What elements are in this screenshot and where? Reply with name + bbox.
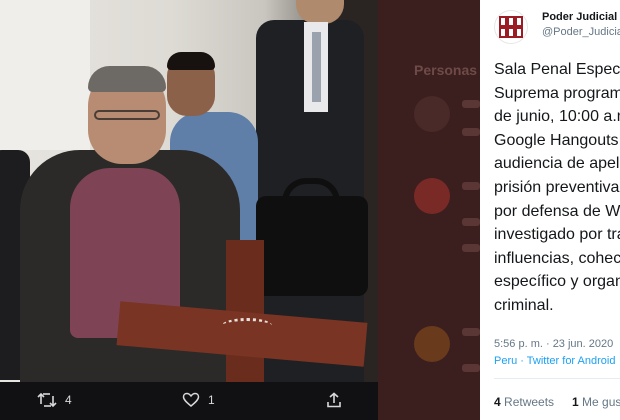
- backdrop-account-icon: [414, 178, 450, 214]
- tweet-text-line: específico y organización: [494, 273, 620, 291]
- tweet-text-line: investigado por tráfico de: [494, 226, 620, 244]
- tweet-text-line: Sala Penal Especial de la: [494, 61, 620, 78]
- retweets-label: Retweets: [504, 395, 555, 409]
- photo-man-hair: [88, 66, 166, 92]
- tweet-body: Sala Penal Especial de la Suprema progra…: [494, 58, 620, 318]
- tweet-text-line: de junio, 10:00 a.m., vía: [494, 108, 620, 126]
- tweet-timestamp[interactable]: 5:56 p. m. · 23 jun. 2020: [494, 338, 613, 350]
- likes-count: 1: [572, 395, 579, 409]
- backdrop-text-line: [462, 244, 480, 252]
- backdrop-text-line: [462, 128, 480, 136]
- backdrop-text-line: [462, 100, 480, 108]
- tweet-text-line: criminal.: [494, 296, 554, 314]
- photo-retweet-count: 4: [65, 393, 72, 407]
- retweets-stat[interactable]: 4 Retweets: [494, 395, 554, 409]
- stats-divider: [494, 378, 620, 379]
- photo-share-button[interactable]: [326, 392, 342, 408]
- backdrop-text-line: [462, 182, 480, 190]
- photo-like-count: 1: [208, 393, 215, 407]
- retweet-icon: [37, 392, 57, 408]
- tweet-text-line: audiencia de apelación de la: [494, 155, 620, 173]
- backdrop-account-icon: [414, 96, 450, 132]
- backdrop-text-line: [462, 364, 480, 372]
- tweet-text-line: por defensa de Walter Ríos,: [494, 202, 620, 220]
- backdrop-account-icon: [414, 326, 450, 362]
- backdrop-text-line: [462, 328, 480, 336]
- photo-man-glasses: [94, 110, 160, 120]
- author-handle[interactable]: @Poder_Judicial: [542, 26, 620, 38]
- backdrop-section-title: Personas: [414, 62, 478, 78]
- author-avatar[interactable]: [494, 10, 528, 44]
- poder-judicial-logo-icon: [499, 16, 523, 38]
- tweet-text-line: prisión preventiva presentada: [494, 178, 620, 196]
- photo-wall-panel: [0, 0, 90, 150]
- dimmed-page-backdrop: Personas: [378, 0, 480, 420]
- likes-label: Me gusta: [582, 395, 620, 409]
- share-icon: [327, 392, 341, 408]
- author-name[interactable]: Poder Judicial: [542, 11, 617, 23]
- retweets-count: 4: [494, 395, 501, 409]
- photo-bag: [256, 196, 368, 296]
- photo-like-button[interactable]: 1: [182, 392, 215, 408]
- photo-retweet-button[interactable]: 4: [36, 392, 72, 408]
- heart-icon: [182, 392, 200, 407]
- tweet-photo[interactable]: [0, 0, 378, 382]
- tweet-text-line: Suprema programó para el 25: [494, 84, 620, 102]
- tweet-location-source[interactable]: Peru · Twitter for Android: [494, 355, 615, 367]
- tweet-text-line: influencias, cohecho pasivo: [494, 249, 620, 267]
- media-action-bar: 4 1: [0, 382, 378, 420]
- backdrop-text-line: [462, 218, 480, 226]
- photo-guard-tie: [312, 32, 321, 102]
- photo-rosary: [222, 318, 272, 333]
- tweet-text-line: Google Hangouts Meet, la: [494, 131, 620, 149]
- likes-stat[interactable]: 1 Me gusta: [572, 395, 620, 409]
- tweet-detail-panel: Poder Judicial @Poder_Judicial Sala Pena…: [480, 0, 620, 420]
- photo-officer-hair: [167, 52, 215, 70]
